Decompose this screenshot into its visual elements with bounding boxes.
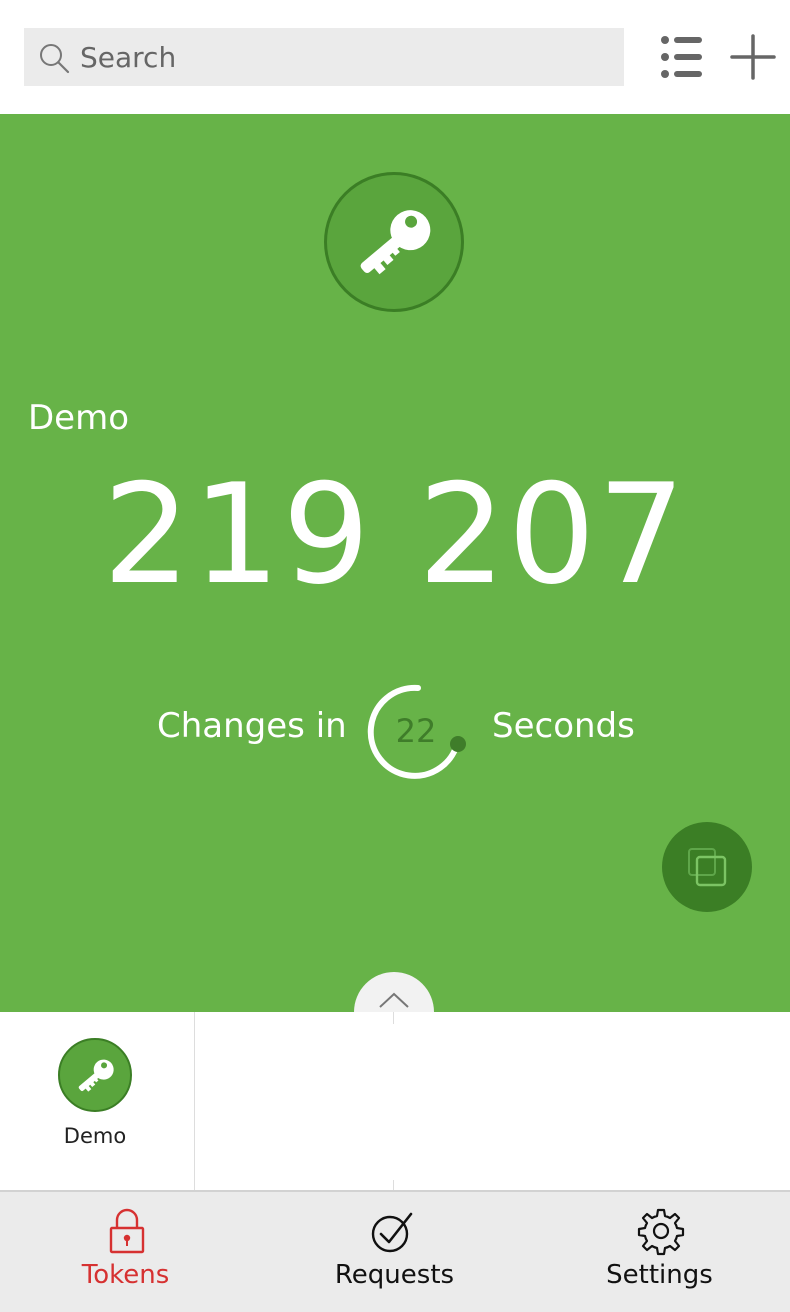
nav-settings-label: Settings [606,1260,713,1290]
token-detail-panel: Demo 219 207 Changes in 22 Seconds [0,114,790,1052]
nav-requests-label: Requests [334,1260,455,1290]
gear-icon [637,1208,685,1256]
changes-in-label: Changes in [157,706,347,746]
list-icon[interactable] [656,32,706,82]
chevron-up-icon [379,992,409,1008]
plus-icon[interactable] [728,30,778,84]
token-list: Demo [0,1012,790,1190]
token-list-item[interactable]: Demo [0,1012,195,1190]
token-avatar [324,172,464,312]
copy-button[interactable] [662,822,752,912]
key-icon [360,210,431,275]
nav-requests[interactable]: Requests [263,1192,526,1312]
token-item-avatar [58,1038,132,1112]
nav-tokens-label: Tokens [81,1260,170,1290]
otp-code[interactable]: 219 207 [0,454,790,615]
seconds-label: Seconds [492,706,635,746]
divider [393,1012,394,1024]
token-item-label: Demo [63,1124,127,1148]
top-bar [0,0,790,114]
token-name: Demo [28,398,130,438]
nav-settings[interactable]: Settings [528,1192,790,1312]
countdown-seconds: 22 [395,712,437,750]
search-bar[interactable] [24,28,624,86]
search-input[interactable] [80,28,610,86]
divider [393,1180,394,1190]
key-icon [78,1059,114,1092]
bottom-navigation: Tokens Requests Settings [0,1190,790,1312]
copy-icon [688,848,727,887]
lock-icon [109,1208,145,1254]
check-circle-icon [371,1212,413,1253]
search-icon [40,44,70,74]
nav-tokens[interactable]: Tokens [0,1192,263,1312]
